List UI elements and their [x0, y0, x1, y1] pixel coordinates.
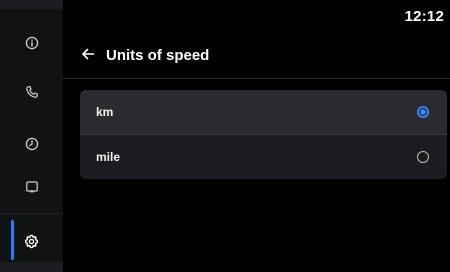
sidebar-divider: [0, 213, 63, 214]
speed-unit-options: km mile: [80, 90, 447, 179]
sidebar: [0, 0, 63, 272]
option-km[interactable]: km: [80, 90, 447, 134]
back-button[interactable]: [79, 46, 97, 64]
phone-icon: [24, 84, 40, 100]
status-clock: 12:12: [404, 8, 444, 25]
option-mile[interactable]: mile: [80, 135, 447, 179]
arrow-left-icon: [81, 46, 95, 65]
gear-icon: [24, 233, 40, 249]
page-header: Units of speed: [79, 44, 209, 66]
screen: 12:12 Units of speed km mile: [0, 0, 450, 272]
screen-mirror-icon: [24, 179, 40, 195]
radio-checked[interactable]: [417, 106, 429, 118]
sidebar-item-clock[interactable]: [0, 121, 63, 167]
sidebar-item-settings[interactable]: [0, 218, 63, 264]
header-divider: [63, 78, 450, 79]
option-label: km: [96, 105, 114, 119]
radio-unchecked[interactable]: [417, 151, 429, 163]
page-title: Units of speed: [106, 46, 210, 64]
sidebar-item-phone[interactable]: [0, 69, 63, 115]
clock-icon: [24, 136, 40, 152]
sidebar-item-info[interactable]: [0, 20, 63, 66]
sidebar-bottom-cap: [0, 262, 63, 272]
info-circle-icon: [24, 35, 40, 51]
sidebar-item-screen-mirror[interactable]: [0, 164, 63, 210]
option-label: mile: [96, 150, 121, 164]
sidebar-top-cap: [0, 0, 63, 9]
